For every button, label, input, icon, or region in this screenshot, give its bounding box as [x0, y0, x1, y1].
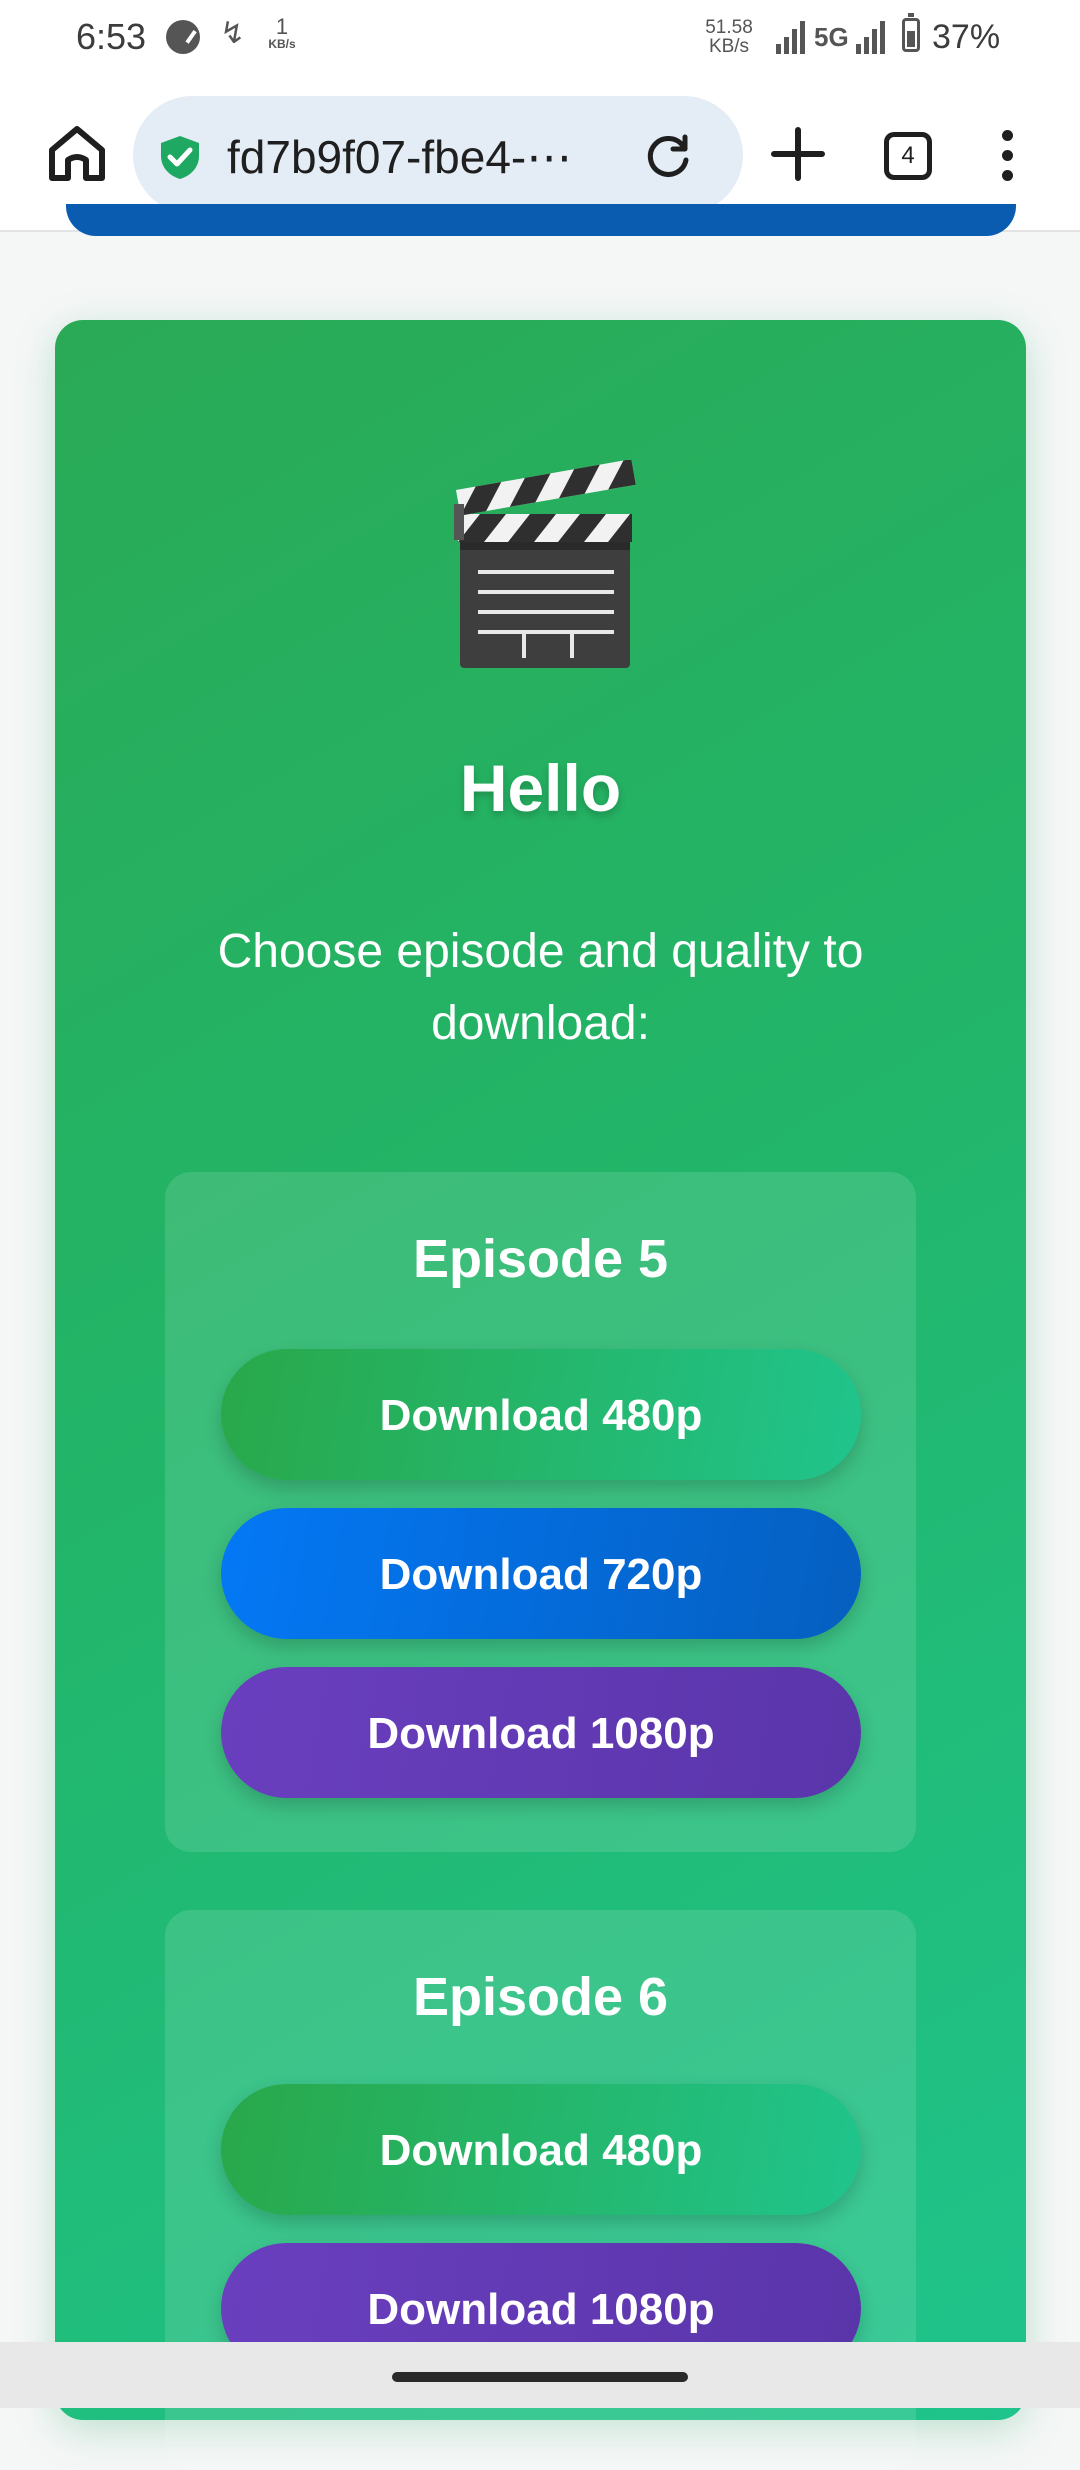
download-speed-left: 1 KB/s	[262, 14, 302, 51]
shield-check-icon	[161, 136, 199, 179]
more-vert-icon[interactable]	[990, 126, 1026, 186]
download-720p-button[interactable]: Download 720p	[221, 1508, 861, 1639]
episode-title: Episode 5	[412, 1229, 669, 1289]
previous-section-edge	[66, 204, 1016, 236]
tabs-count-button[interactable]: 4	[884, 132, 932, 180]
reload-icon[interactable]	[643, 132, 693, 182]
battery-icon	[902, 13, 920, 52]
home-gesture-handle[interactable]	[392, 2372, 688, 2382]
page-subtitle: Choose episode and quality to download:	[217, 925, 864, 1050]
speed-left-unit: KB/s	[268, 37, 296, 51]
gesture-nav-bar	[0, 2342, 1080, 2408]
bolt-icon: ↯	[220, 17, 246, 50]
page-title: Hello	[459, 751, 622, 825]
download-card: Hello Choose episode and quality to down…	[55, 320, 1026, 2470]
download-480p-button[interactable]: Download 480p	[221, 2084, 861, 2215]
signal-icon-2	[856, 20, 890, 54]
home-button[interactable]	[44, 120, 110, 186]
battery-percent: 37%	[932, 18, 1001, 56]
download-480p-button[interactable]: Download 480p	[221, 1349, 861, 1480]
download-speed-right: 51.58 KB/s	[696, 18, 762, 56]
speed-right-value: 51.58	[705, 17, 753, 38]
url-text: fd7b9f07-fbe4-⋯	[227, 131, 573, 183]
signal-icon	[776, 20, 806, 54]
status-time: 6:53	[76, 16, 147, 57]
clapperboard-icon	[454, 460, 636, 668]
speedometer-icon	[166, 20, 200, 54]
episode-section: Episode 5 Download 480p Download 720p Do…	[165, 1172, 916, 1852]
network-type: 5G	[814, 22, 849, 52]
speed-right-unit: KB/s	[708, 36, 750, 57]
home-icon	[49, 126, 105, 181]
status-bar: 6:53 ↯ 1 KB/s 51.58 KB/s 5G 37%	[0, 0, 1080, 78]
url-bar[interactable]: fd7b9f07-fbe4-⋯	[133, 96, 743, 214]
download-1080p-button[interactable]: Download 1080p	[221, 1667, 861, 1798]
speed-left-value: 1	[275, 14, 289, 39]
new-tab-plus-icon[interactable]	[770, 126, 826, 182]
episode-title: Episode 6	[412, 1967, 669, 2027]
